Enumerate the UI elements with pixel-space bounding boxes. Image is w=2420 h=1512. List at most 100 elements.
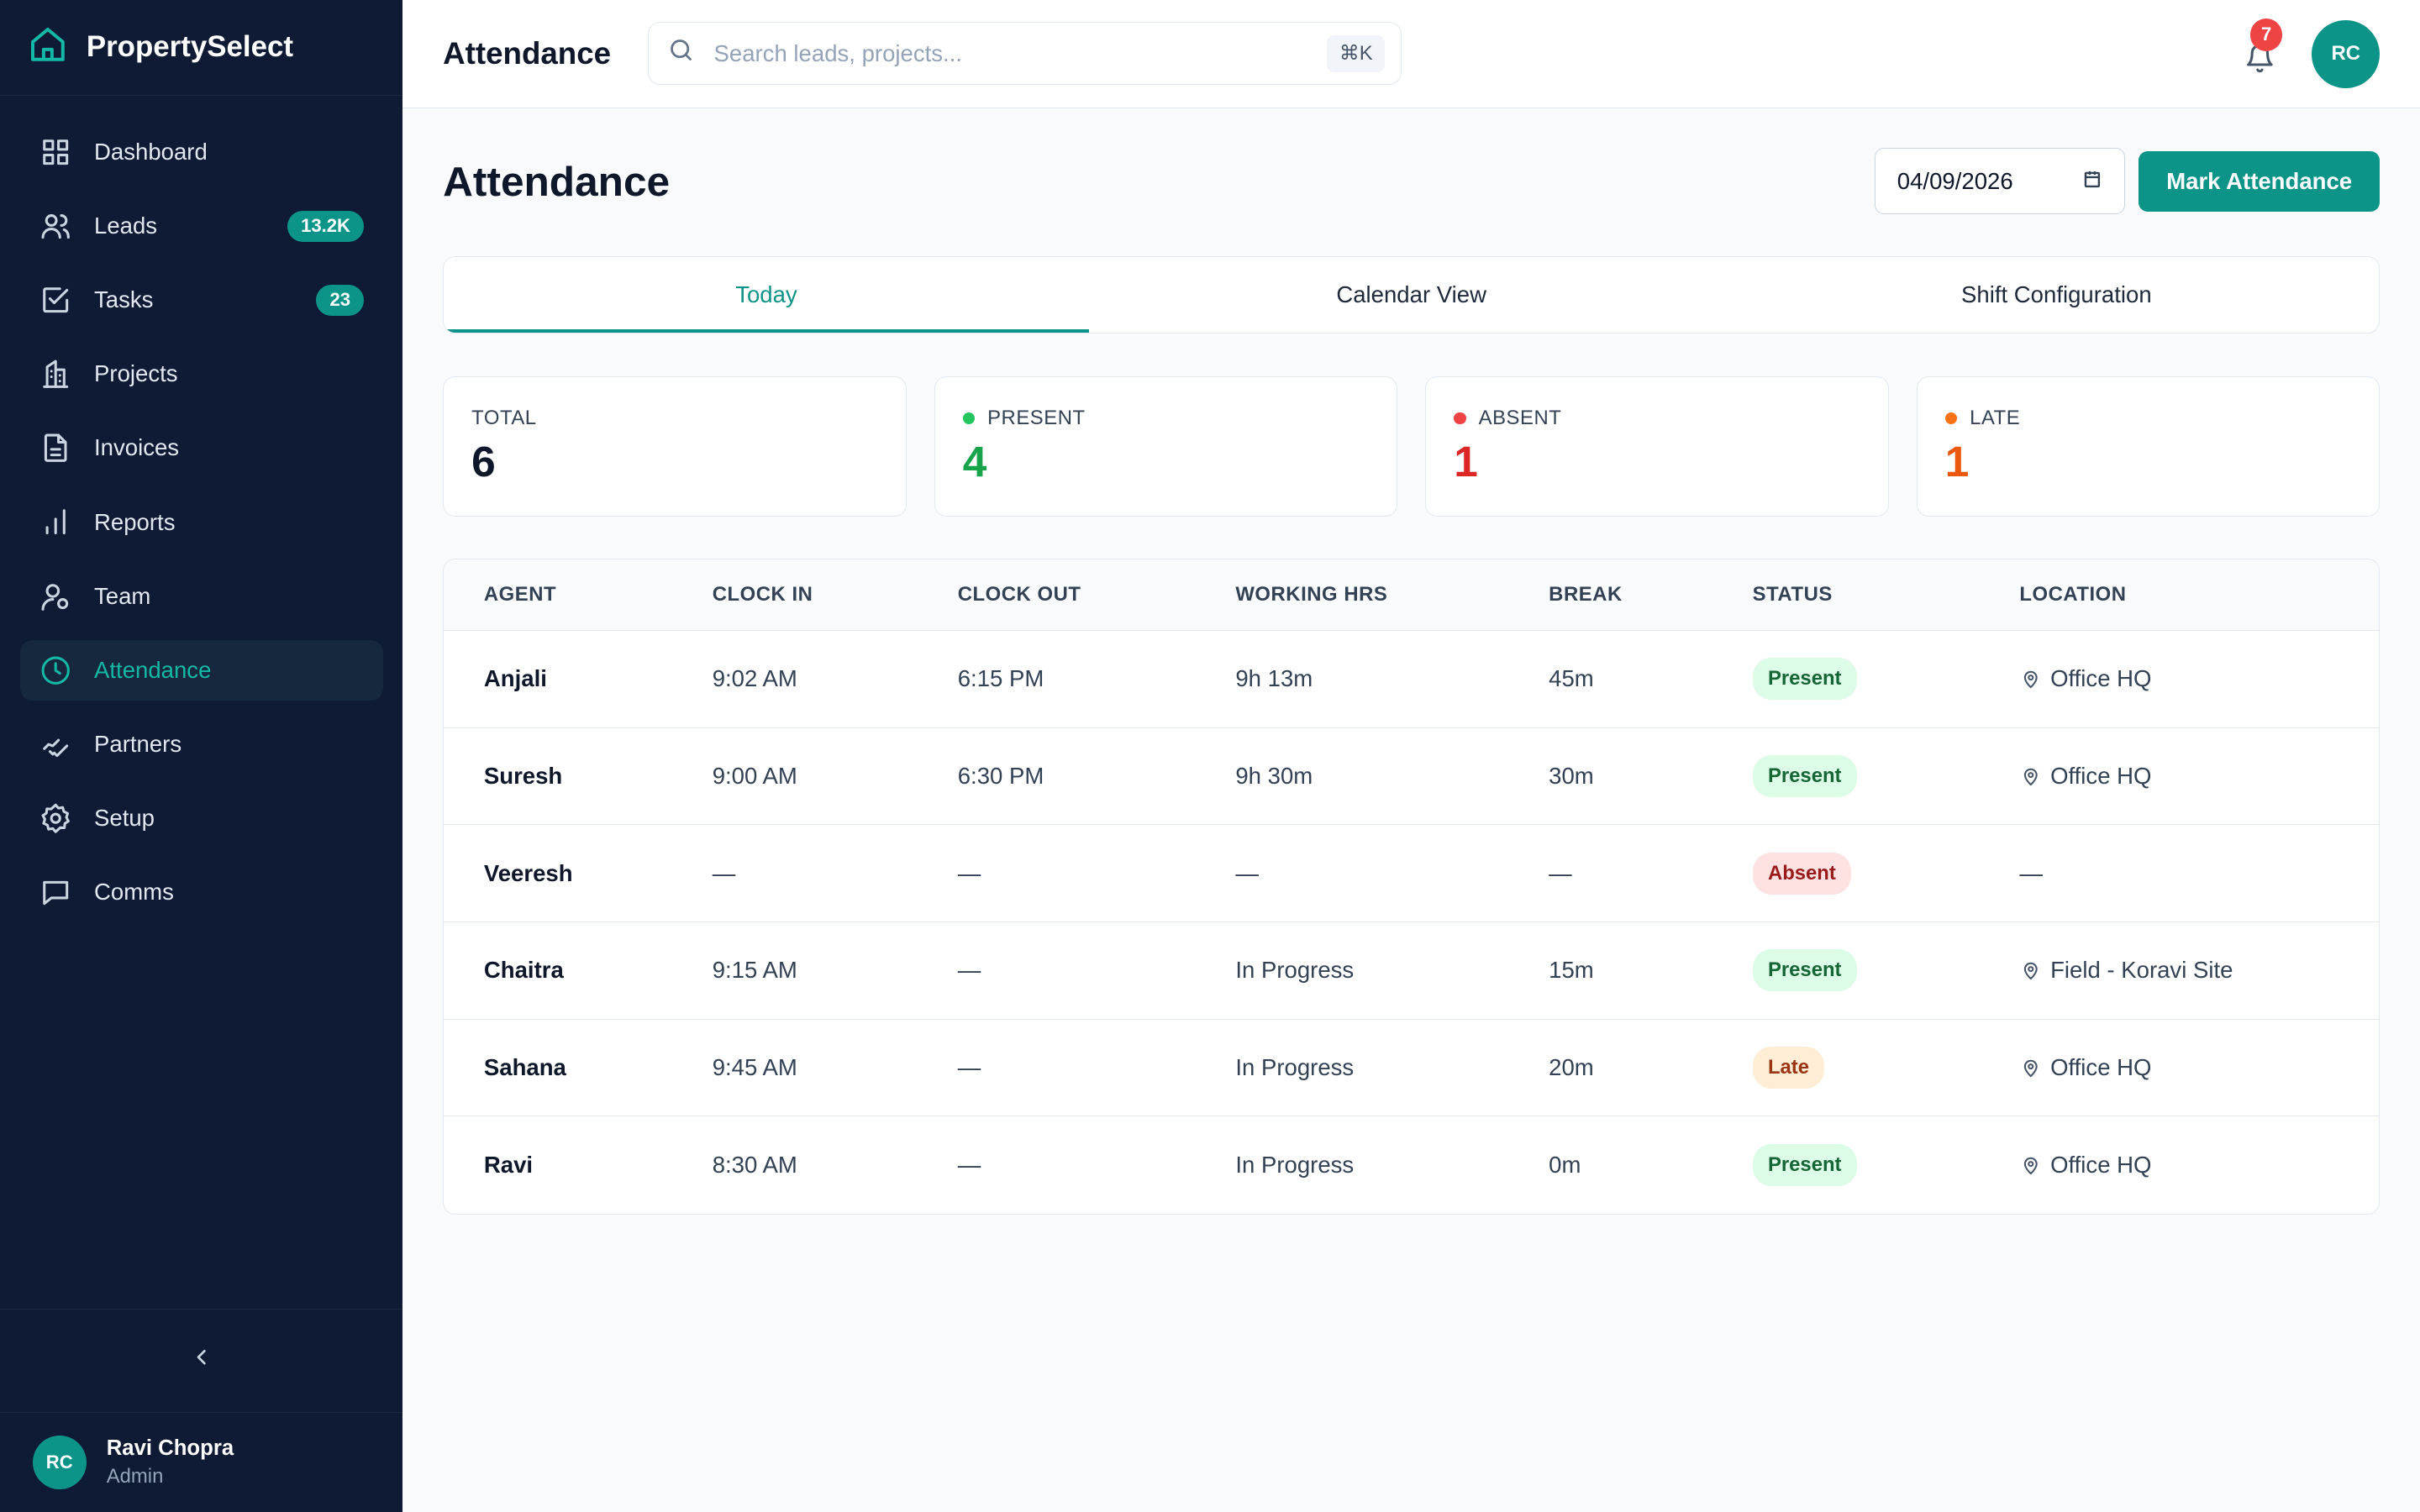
topbar-actions: 7 RC	[2244, 18, 2381, 88]
sidebar-item-label: Projects	[94, 360, 178, 387]
map-pin-icon	[2019, 667, 2043, 690]
table-row[interactable]: Suresh 9:00 AM 6:30 PM 9h 30m 30m Present Offi…	[444, 727, 2380, 826]
stat-card-present: PRESENT 4	[934, 376, 1398, 517]
tab-shift-configuration[interactable]: Shift Configuration	[1734, 257, 2380, 333]
stat-label-text: TOTAL	[471, 407, 537, 429]
location-text: Office HQ	[2050, 1053, 2152, 1080]
clock-in: 9:45 AM	[712, 1019, 958, 1117]
tab-calendar-view[interactable]: Calendar View	[1089, 257, 1734, 333]
sidebar-item-attendance[interactable]: Attendance	[19, 640, 383, 701]
stat-value: 4	[962, 437, 987, 486]
location-cell: Office HQ	[2019, 727, 2380, 826]
notifications-button[interactable]: 7	[2244, 18, 2283, 73]
sidebar-item-reports[interactable]: Reports	[20, 492, 383, 553]
brand-name: PropertySelect	[86, 30, 293, 64]
break-duration: 30m	[1549, 727, 1753, 826]
page-actions: 04/09/2026 Mark Attendance	[1875, 148, 2381, 215]
document-icon	[39, 431, 72, 465]
agent-name: Ravi	[483, 1151, 534, 1178]
chevron-left-icon	[189, 1345, 213, 1376]
search-box[interactable]: ⌘K	[648, 22, 1402, 86]
sidebar-item-projects[interactable]: Projects	[20, 344, 383, 405]
sidebar-item-label: Tasks	[94, 286, 154, 313]
grid-icon	[39, 135, 72, 169]
location-text: Office HQ	[2050, 1151, 2152, 1178]
sidebar-item-label: Team	[94, 582, 151, 609]
agent-name: Veeresh	[444, 824, 713, 922]
sidebar-item-partners[interactable]: Partners	[20, 714, 383, 774]
calendar-icon[interactable]	[2082, 168, 2102, 195]
clock-out: —	[957, 824, 1236, 922]
date-picker[interactable]: 04/09/2026	[1875, 148, 2125, 215]
collapse-sidebar-button[interactable]	[0, 1308, 403, 1412]
status-dot-icon	[962, 412, 976, 425]
clock-out: —	[957, 1019, 1236, 1117]
checkbox-icon	[39, 283, 72, 317]
stat-card-absent: ABSENT 1	[1425, 376, 1889, 517]
status-badge: Present	[1752, 949, 1857, 992]
table-row[interactable]: Chaitra 9:15 AM — In Progress 15m Present Fiel…	[444, 921, 2380, 1020]
column-header-clock-out: CLOCK OUT	[957, 559, 1236, 631]
sidebar-item-setup[interactable]: Setup	[20, 788, 383, 848]
sidebar-item-comms[interactable]: Comms	[20, 863, 383, 923]
map-pin-icon	[2019, 1153, 2043, 1177]
status-cell: Late	[1752, 1019, 2020, 1117]
building-icon	[39, 357, 72, 391]
location-text: Office HQ	[2050, 665, 2152, 692]
search-icon	[667, 36, 695, 71]
main-area: Attendance ⌘K 7 RC Attendance	[402, 0, 2420, 1512]
column-header-agent: AGENT	[444, 559, 713, 631]
clock-in: 9:00 AM	[712, 727, 958, 826]
app-root: PropertySelect Dashboard Leads 13.2K Tasks 2…	[0, 0, 2420, 1512]
table-row[interactable]: Anjali 9:02 AM 6:15 PM 9h 13m 45m Present Offi…	[444, 630, 2380, 728]
topbar-title: Attendance	[443, 35, 612, 71]
avatar: RC	[32, 1435, 87, 1489]
status-cell: Present	[1752, 727, 2020, 826]
search-input[interactable]	[713, 39, 1309, 67]
break-duration: 15m	[1549, 921, 1753, 1020]
stat-value: 1	[1454, 437, 1478, 486]
stat-label-text: ABSENT	[1478, 407, 1562, 429]
working-hours: In Progress	[1235, 1151, 1355, 1178]
table-row[interactable]: Sahana 9:45 AM — In Progress 20m Late Office H…	[444, 1019, 2380, 1117]
sidebar-item-tasks[interactable]: Tasks 23	[20, 270, 383, 330]
tab-today[interactable]: Today	[444, 257, 1089, 333]
brand[interactable]: PropertySelect	[0, 0, 403, 96]
sidebar-item-invoices[interactable]: Invoices	[20, 418, 383, 479]
bell-icon	[2244, 44, 2275, 80]
sidebar-item-team[interactable]: Team	[20, 566, 383, 627]
users-icon	[39, 209, 72, 243]
page-header: Attendance 04/09/2026 Mark Attendance	[443, 148, 2381, 215]
table-body: Anjali 9:02 AM 6:15 PM 9h 13m 45m Present Offi…	[444, 630, 2380, 1214]
working-hours: 9h 13m	[1235, 630, 1549, 728]
sidebar-item-label: Comms	[94, 879, 174, 906]
agent-name: Anjali	[444, 630, 713, 728]
bar-chart-icon	[39, 505, 72, 538]
status-badge: Present	[1752, 1143, 1857, 1186]
notification-count: 7	[2249, 18, 2283, 51]
table-row[interactable]: Ravi 8:30 AM — In Progress 0m Present Office H…	[444, 1116, 2379, 1214]
sidebar-item-leads[interactable]: Leads 13.2K	[20, 196, 383, 256]
sidebar-item-dashboard[interactable]: Dashboard	[20, 122, 383, 182]
topbar: Attendance ⌘K 7 RC	[402, 0, 2420, 108]
stat-label: LATE	[1944, 407, 2351, 430]
shortcut-hint: ⌘K	[1327, 34, 1386, 72]
status-badge: Absent	[1752, 852, 1852, 895]
location-cell: Field - Koravi Site	[2019, 921, 2380, 1020]
user-icon	[39, 580, 72, 613]
stats-row: TOTAL 6 PRESENT 4 ABSENT 1 LATE 1	[443, 376, 2381, 517]
stat-card-late: LATE 1	[1916, 376, 2381, 517]
location-cell: —	[2019, 824, 2380, 922]
mark-attendance-button[interactable]: Mark Attendance	[2139, 150, 2381, 212]
break-duration: 0m	[1549, 1151, 1581, 1178]
status-dot-icon	[1454, 412, 1466, 425]
user-profile[interactable]: RC Ravi Chopra Admin	[0, 1411, 403, 1512]
working-hours: In Progress	[1235, 921, 1549, 1020]
sidebar-item-label: Invoices	[94, 434, 180, 461]
table-row[interactable]: Veeresh — — — — Absent —	[444, 824, 2380, 922]
column-header-break: BREAK	[1549, 559, 1753, 631]
status-badge: Present	[1752, 754, 1857, 797]
profile-avatar[interactable]: RC	[2312, 19, 2381, 88]
clock-in: 8:30 AM	[712, 1151, 797, 1178]
location-text: Field - Koravi Site	[2050, 957, 2233, 984]
